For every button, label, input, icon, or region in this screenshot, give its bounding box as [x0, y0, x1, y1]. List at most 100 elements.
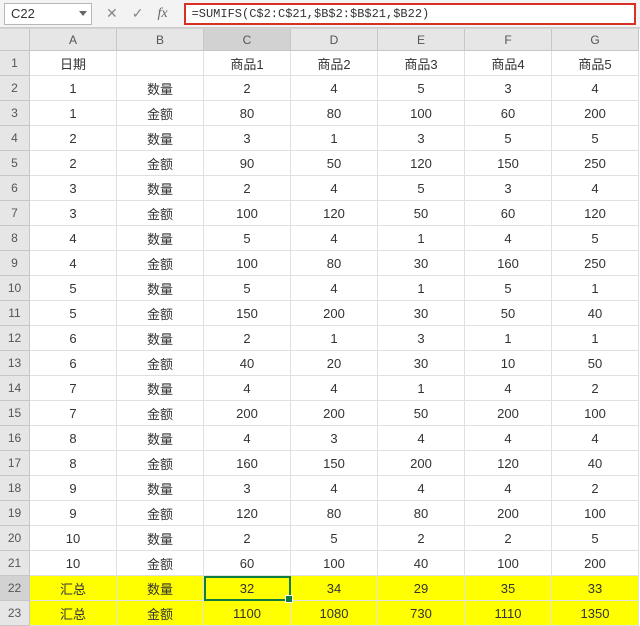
cell-G18[interactable]: 2	[552, 476, 639, 501]
cell-A17[interactable]: 8	[30, 451, 117, 476]
col-header-F[interactable]: F	[465, 29, 552, 51]
cell-C6[interactable]: 2	[204, 176, 291, 201]
cell-D9[interactable]: 80	[291, 251, 378, 276]
row-header-7[interactable]: 7	[0, 201, 30, 226]
cell-F3[interactable]: 60	[465, 101, 552, 126]
cell-E16[interactable]: 4	[378, 426, 465, 451]
row-header-19[interactable]: 19	[0, 501, 30, 526]
cell-G20[interactable]: 5	[552, 526, 639, 551]
cell-A15[interactable]: 7	[30, 401, 117, 426]
row-header-6[interactable]: 6	[0, 176, 30, 201]
cell-G1[interactable]: 商品5	[552, 51, 639, 76]
col-header-A[interactable]: A	[30, 29, 117, 51]
cell-D11[interactable]: 200	[291, 301, 378, 326]
row-header-17[interactable]: 17	[0, 451, 30, 476]
cell-C16[interactable]: 4	[204, 426, 291, 451]
row-header-10[interactable]: 10	[0, 276, 30, 301]
cell-D14[interactable]: 4	[291, 376, 378, 401]
cell-E5[interactable]: 120	[378, 151, 465, 176]
cell-E22[interactable]: 29	[378, 576, 465, 601]
cell-D10[interactable]: 4	[291, 276, 378, 301]
cell-A5[interactable]: 2	[30, 151, 117, 176]
cell-F10[interactable]: 5	[465, 276, 552, 301]
cell-A12[interactable]: 6	[30, 326, 117, 351]
cell-E1[interactable]: 商品3	[378, 51, 465, 76]
row-header-22[interactable]: 22	[0, 576, 30, 601]
cell-B20[interactable]: 数量	[117, 526, 204, 551]
cell-A6[interactable]: 3	[30, 176, 117, 201]
cell-G17[interactable]: 40	[552, 451, 639, 476]
row-header-13[interactable]: 13	[0, 351, 30, 376]
cell-A1[interactable]: 日期	[30, 51, 117, 76]
cell-F16[interactable]: 4	[465, 426, 552, 451]
fx-icon[interactable]: fx	[157, 6, 173, 22]
cell-G19[interactable]: 100	[552, 501, 639, 526]
cell-F6[interactable]: 3	[465, 176, 552, 201]
confirm-icon[interactable]: ✓	[132, 5, 144, 22]
cell-D7[interactable]: 120	[291, 201, 378, 226]
cell-A2[interactable]: 1	[30, 76, 117, 101]
cell-C14[interactable]: 4	[204, 376, 291, 401]
cell-F19[interactable]: 200	[465, 501, 552, 526]
row-header-21[interactable]: 21	[0, 551, 30, 576]
col-header-G[interactable]: G	[552, 29, 639, 51]
cell-F13[interactable]: 10	[465, 351, 552, 376]
cell-C2[interactable]: 2	[204, 76, 291, 101]
cell-A11[interactable]: 5	[30, 301, 117, 326]
cell-B1[interactable]	[117, 51, 204, 76]
col-header-E[interactable]: E	[378, 29, 465, 51]
cell-G10[interactable]: 1	[552, 276, 639, 301]
cell-B3[interactable]: 金额	[117, 101, 204, 126]
cell-E18[interactable]: 4	[378, 476, 465, 501]
cell-E20[interactable]: 2	[378, 526, 465, 551]
cell-A13[interactable]: 6	[30, 351, 117, 376]
cell-C5[interactable]: 90	[204, 151, 291, 176]
name-box[interactable]: C22	[4, 3, 92, 25]
cell-A8[interactable]: 4	[30, 226, 117, 251]
cell-D4[interactable]: 1	[291, 126, 378, 151]
cell-D6[interactable]: 4	[291, 176, 378, 201]
cell-G2[interactable]: 4	[552, 76, 639, 101]
cell-A3[interactable]: 1	[30, 101, 117, 126]
cell-D21[interactable]: 100	[291, 551, 378, 576]
cell-D13[interactable]: 20	[291, 351, 378, 376]
row-header-20[interactable]: 20	[0, 526, 30, 551]
cell-C10[interactable]: 5	[204, 276, 291, 301]
cell-D12[interactable]: 1	[291, 326, 378, 351]
cell-E4[interactable]: 3	[378, 126, 465, 151]
cell-G21[interactable]: 200	[552, 551, 639, 576]
cell-C1[interactable]: 商品1	[204, 51, 291, 76]
cell-B10[interactable]: 数量	[117, 276, 204, 301]
select-all-corner[interactable]	[0, 29, 30, 51]
cell-D15[interactable]: 200	[291, 401, 378, 426]
cell-F20[interactable]: 2	[465, 526, 552, 551]
cell-G11[interactable]: 40	[552, 301, 639, 326]
cell-B9[interactable]: 金额	[117, 251, 204, 276]
cell-C9[interactable]: 100	[204, 251, 291, 276]
cell-D20[interactable]: 5	[291, 526, 378, 551]
cell-C4[interactable]: 3	[204, 126, 291, 151]
cell-F5[interactable]: 150	[465, 151, 552, 176]
cell-D19[interactable]: 80	[291, 501, 378, 526]
cell-G22[interactable]: 33	[552, 576, 639, 601]
cell-B14[interactable]: 数量	[117, 376, 204, 401]
cell-C20[interactable]: 2	[204, 526, 291, 551]
cell-F9[interactable]: 160	[465, 251, 552, 276]
cell-B12[interactable]: 数量	[117, 326, 204, 351]
cell-F12[interactable]: 1	[465, 326, 552, 351]
cell-B16[interactable]: 数量	[117, 426, 204, 451]
cell-C17[interactable]: 160	[204, 451, 291, 476]
cell-C3[interactable]: 80	[204, 101, 291, 126]
cell-A9[interactable]: 4	[30, 251, 117, 276]
cell-F1[interactable]: 商品4	[465, 51, 552, 76]
cell-B4[interactable]: 数量	[117, 126, 204, 151]
cell-B11[interactable]: 金额	[117, 301, 204, 326]
col-header-D[interactable]: D	[291, 29, 378, 51]
cell-C15[interactable]: 200	[204, 401, 291, 426]
cell-F2[interactable]: 3	[465, 76, 552, 101]
cell-E19[interactable]: 80	[378, 501, 465, 526]
cell-E2[interactable]: 5	[378, 76, 465, 101]
col-header-C[interactable]: C	[204, 29, 291, 51]
cell-D8[interactable]: 4	[291, 226, 378, 251]
row-header-8[interactable]: 8	[0, 226, 30, 251]
